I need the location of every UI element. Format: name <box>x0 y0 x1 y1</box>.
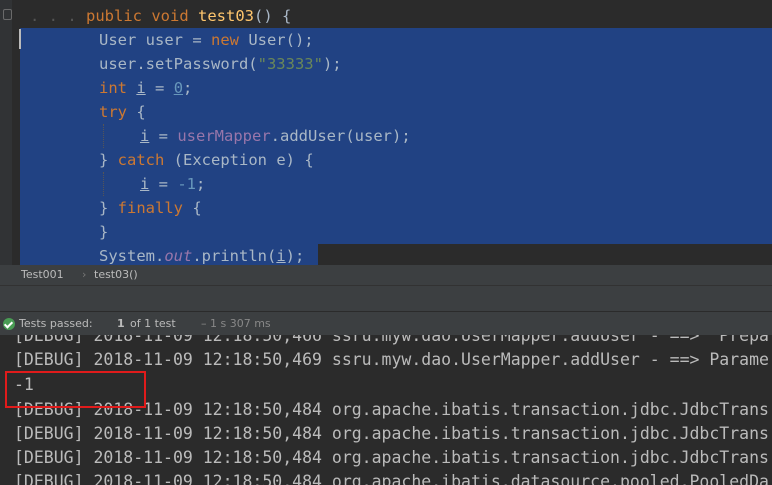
fold-marker-icon[interactable] <box>3 9 12 20</box>
keyword-public: public <box>86 7 142 25</box>
code-line-8[interactable]: } finally { <box>99 196 202 220</box>
var-i: i <box>140 175 150 193</box>
signature-rest: () { <box>254 7 292 25</box>
code-editor[interactable]: . . . public void test03() { User user =… <box>0 0 772 265</box>
text-caret <box>19 29 21 49</box>
breadcrumb-class[interactable]: Test001 <box>21 265 64 285</box>
check-icon <box>3 318 15 330</box>
line-end: ); <box>322 55 342 73</box>
brace: } <box>99 151 118 169</box>
assign: = <box>145 79 174 97</box>
assign: = <box>149 175 178 193</box>
var-i: i <box>136 79 146 97</box>
constructor-call: User(); <box>238 31 314 49</box>
keyword-new: new <box>210 31 239 49</box>
breadcrumb-method[interactable]: test03() <box>94 265 138 285</box>
brace: } <box>99 223 109 241</box>
code-line-signature[interactable]: . . . public void test03() { <box>30 4 291 28</box>
method-call: .println( <box>192 247 277 265</box>
method-call: user.setPassword( <box>99 55 258 73</box>
editor-gutter <box>0 0 12 265</box>
breadcrumb: Test001 › test03() <box>0 265 772 285</box>
line-end: ; <box>183 79 193 97</box>
keyword-void: void <box>151 7 189 25</box>
code-line-6[interactable]: } catch (Exception e) { <box>99 148 314 172</box>
method-call: .addUser(user); <box>270 127 411 145</box>
console-line: [DEBUG] 2018-11-09 12:18:50,484 org.apac… <box>14 448 769 467</box>
status-time: – 1 s 307 ms <box>201 317 271 330</box>
status-count: 1 <box>117 317 125 330</box>
keyword-finally: finally <box>117 199 183 217</box>
catch-clause: (Exception e) { <box>164 151 314 169</box>
console-output[interactable]: [DEBUG] 2018-11-09 12:18:50,466 ssru.myw… <box>0 335 772 485</box>
keyword-catch: catch <box>117 151 165 169</box>
indent-guide <box>103 172 104 196</box>
status-label: Tests passed: <box>19 317 93 330</box>
line-end: ; <box>196 175 206 193</box>
indent-guide <box>103 124 104 148</box>
brace: { <box>183 199 202 217</box>
var-decl: user = <box>136 31 211 49</box>
status-of: of 1 test <box>130 317 176 330</box>
field-out: out <box>164 247 193 265</box>
console-line: [DEBUG] 2018-11-09 12:18:50,484 org.apac… <box>14 424 769 443</box>
keyword-try: try <box>99 103 127 121</box>
console-line: [DEBUG] 2018-11-09 12:18:50,484 org.apac… <box>14 472 769 485</box>
code-line-2[interactable]: user.setPassword("33333"); <box>99 52 342 76</box>
var-i: i <box>140 127 150 145</box>
field-usermapper: userMapper <box>177 127 271 145</box>
line-end: ); <box>285 247 305 265</box>
brace: { <box>127 103 146 121</box>
code-line-3[interactable]: int i = 0; <box>99 76 192 100</box>
method-name: test03 <box>198 7 255 25</box>
breadcrumb-separator-icon: › <box>82 268 87 281</box>
number-literal: -1 <box>177 175 197 193</box>
code-line-7[interactable]: i = -1; <box>140 172 205 196</box>
toolbar-area <box>0 285 772 312</box>
string-literal: "33333" <box>257 55 323 73</box>
type-user: User <box>99 31 137 49</box>
assign: = <box>149 127 178 145</box>
test-status-bar: Tests passed: 1 of 1 test – 1 s 307 ms <box>0 311 772 336</box>
keyword-int: int <box>99 79 127 97</box>
code-line-4[interactable]: try { <box>99 100 146 124</box>
var-i: i <box>276 247 286 265</box>
code-line-1[interactable]: User user = new User(); <box>99 28 314 52</box>
code-line-9[interactable]: } <box>99 220 108 244</box>
code-line-10[interactable]: System.out.println(i); <box>99 244 304 265</box>
console-line: [DEBUG] 2018-11-09 12:18:50,466 ssru.myw… <box>14 335 769 345</box>
highlight-box <box>5 371 146 408</box>
console-line: [DEBUG] 2018-11-09 12:18:50,469 ssru.myw… <box>14 350 769 369</box>
brace: } <box>99 199 118 217</box>
code-line-5[interactable]: i = userMapper.addUser(user); <box>140 124 411 148</box>
class-system: System. <box>99 247 165 265</box>
number-literal: 0 <box>173 79 184 97</box>
